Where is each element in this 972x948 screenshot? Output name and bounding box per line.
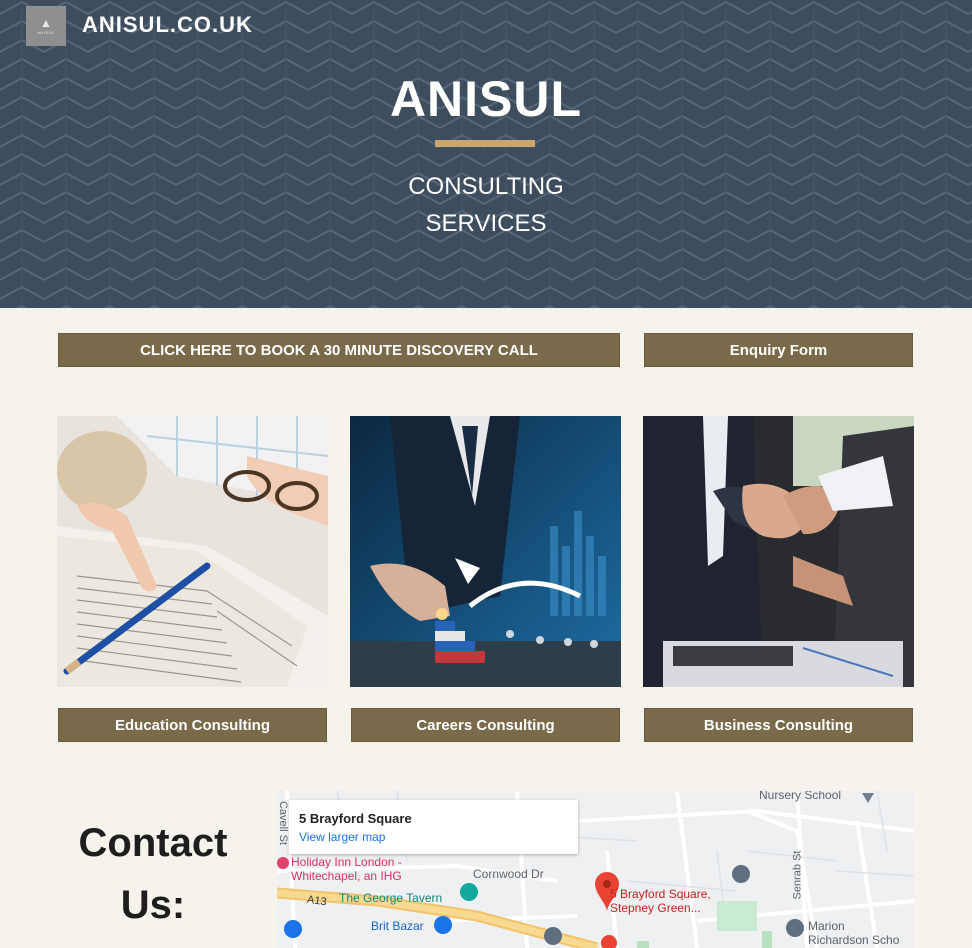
book-study-photo[interactable] xyxy=(57,416,328,687)
contact-heading-line2: Us: xyxy=(120,883,186,927)
map-label-marion: Marion Richardson Scho xyxy=(808,919,899,947)
map-label-cavell: Cavell St xyxy=(277,800,290,846)
map-label-holiday-inn-2: Whitechapel, an IHG xyxy=(291,869,402,883)
map-label-brit-bazar: Brit Bazar xyxy=(371,919,424,933)
handshake-photo[interactable] xyxy=(643,416,914,687)
contact-heading-line1: Contact xyxy=(78,821,228,865)
map-pin-icon[interactable] xyxy=(583,881,631,917)
hero-subtitle-line2: SERVICES xyxy=(425,210,547,237)
map-label-george-tavern: The George Tavern xyxy=(339,891,443,905)
enquiry-form-button[interactable]: Enquiry Form xyxy=(644,333,913,367)
education-consulting-button[interactable]: Education Consulting xyxy=(58,708,327,742)
logo-a-icon: ▲ xyxy=(40,15,52,30)
map-label-marion-2: Richardson Scho xyxy=(808,933,900,947)
herringbone-pattern xyxy=(0,0,972,308)
map-label-a13: A13 xyxy=(306,893,328,909)
site-logo[interactable]: ▲ ANISUL xyxy=(26,6,66,46)
hero-subtitle-line1: CONSULTING xyxy=(408,173,564,200)
map-address-title: 5 Brayford Square xyxy=(299,811,412,826)
map-info-card: 5 Brayford Square View larger map xyxy=(289,800,578,854)
map-label-marion-1: Marion xyxy=(808,919,845,933)
business-consulting-button[interactable]: Business Consulting xyxy=(644,708,913,742)
map-label-senrab: Senrab St xyxy=(791,850,804,900)
map-label-nursery: Nursery School xyxy=(759,791,842,802)
map-label-holiday-inn-1: Holiday Inn London - xyxy=(291,855,402,869)
hero-subtitle: CONSULTING SERVICES xyxy=(0,168,972,242)
contact-heading: Contact Us: xyxy=(58,812,248,936)
careers-consulting-button[interactable]: Careers Consulting xyxy=(351,708,620,742)
hero-title: ANISUL xyxy=(389,71,583,127)
discovery-call-button[interactable]: CLICK HERE TO BOOK A 30 MINUTE DISCOVERY… xyxy=(58,333,620,367)
career-steps-photo[interactable] xyxy=(350,416,621,687)
view-larger-map-link[interactable]: View larger map xyxy=(299,830,385,844)
hero-banner: ▲ ANISUL ANISUL.CO.UK ANISUL CONSULTING … xyxy=(0,0,972,308)
location-map[interactable]: 5 Brayford Square View larger map Nurser… xyxy=(277,791,914,948)
site-name-link[interactable]: ANISUL.CO.UK xyxy=(82,12,253,38)
map-label-holiday-inn: Holiday Inn London - Whitechapel, an IHG xyxy=(291,855,402,883)
map-label-cornwood: Cornwood Dr xyxy=(473,867,544,881)
logo-text: ANISUL xyxy=(37,29,55,35)
hero-divider xyxy=(435,140,535,147)
